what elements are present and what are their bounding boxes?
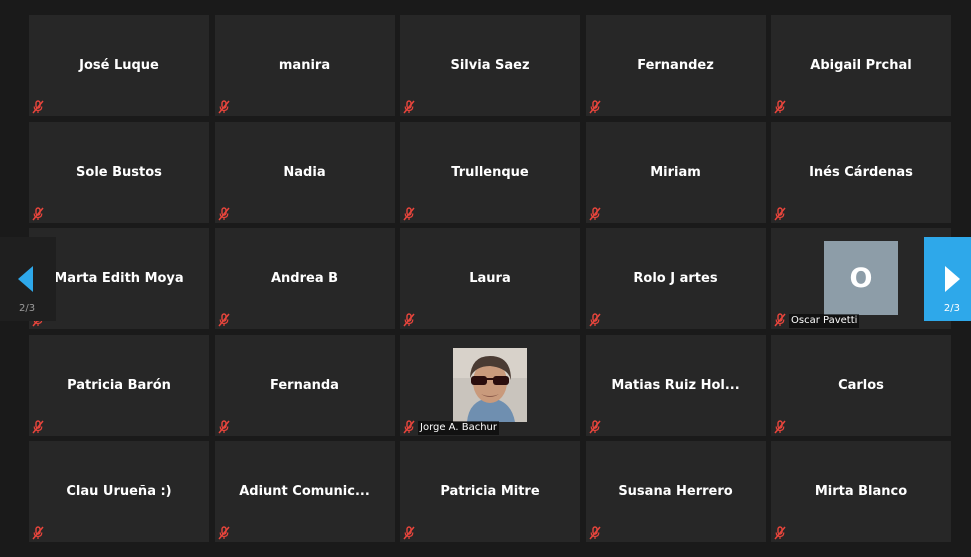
- gallery-view: José Luque manira Silvia Saez Fernandez Abig…: [0, 0, 971, 557]
- mic-muted-icon: [217, 313, 231, 327]
- mic-muted-icon: [402, 100, 416, 114]
- arrow-left-icon: [18, 266, 33, 292]
- participant-tile[interactable]: Laura: [400, 228, 580, 329]
- participant-name: José Luque: [79, 58, 159, 73]
- participant-name: Marta Edith Moya: [54, 271, 184, 286]
- mic-muted-icon: [31, 100, 45, 114]
- participant-name: Matias Ruiz Hol...: [611, 377, 740, 393]
- participant-photo: [453, 347, 527, 422]
- mic-muted-icon: [588, 526, 602, 540]
- participant-name: Patricia Mitre: [440, 484, 540, 499]
- mic-muted-icon: [773, 206, 787, 221]
- participant-name: Laura: [469, 271, 511, 286]
- participant-tile[interactable]: Matias Ruiz Hol...: [585, 334, 766, 436]
- participant-name: Miriam: [650, 164, 701, 180]
- participant-name: Mirta Blanco: [814, 484, 908, 499]
- mic-muted-icon: [588, 100, 602, 114]
- participant-tile[interactable]: Patricia Barón: [29, 334, 209, 436]
- participant-name: Carlos: [838, 377, 884, 393]
- participant-name-label: Jorge A. Bachur: [418, 420, 499, 435]
- participant-tile[interactable]: Fernandez: [585, 15, 766, 116]
- participant-tile[interactable]: Rolo J artes: [585, 228, 766, 329]
- participant-tile[interactable]: Fernanda: [214, 334, 395, 436]
- participant-name: Rolo J artes: [633, 271, 718, 286]
- participant-name: Fernanda: [270, 377, 339, 393]
- participant-tile[interactable]: manira: [214, 15, 395, 116]
- previous-page-button[interactable]: 2/3: [0, 237, 56, 321]
- participant-tile[interactable]: Nadia: [214, 121, 395, 223]
- participant-name: Trullenque: [451, 164, 529, 180]
- arrow-right-icon: [945, 266, 960, 292]
- mic-muted-icon: [588, 419, 602, 434]
- participant-tile[interactable]: Trullenque: [400, 121, 580, 223]
- mic-muted-icon: [217, 206, 231, 221]
- mic-muted-icon: [31, 419, 45, 434]
- participant-name: Abigail Prchal: [810, 58, 912, 73]
- participant-tile[interactable]: Clau Urueña :): [29, 441, 209, 542]
- participant-name: manira: [278, 58, 331, 73]
- participant-tile[interactable]: Carlos: [771, 334, 951, 436]
- mic-muted-icon: [773, 419, 787, 434]
- mic-muted-icon: [402, 526, 416, 540]
- participant-tile[interactable]: Jorge A. Bachur: [400, 334, 580, 436]
- participant-tile[interactable]: Andrea B: [214, 228, 395, 329]
- participant-name: Sole Bustos: [76, 164, 162, 180]
- next-page-button[interactable]: 2/3: [924, 237, 971, 321]
- participant-name: Adiunt Comunic...: [239, 484, 370, 499]
- participant-name: Silvia Saez: [450, 58, 530, 73]
- mic-muted-icon: [773, 313, 787, 327]
- participant-name: Fernandez: [637, 58, 714, 73]
- page-indicator: 2/3: [19, 303, 36, 314]
- mic-muted-icon: [217, 526, 231, 540]
- mic-muted-icon: [588, 313, 602, 327]
- mic-muted-icon: [402, 206, 416, 221]
- mic-muted-icon: [402, 419, 416, 434]
- participant-name: Susana Herrero: [618, 484, 733, 499]
- participant-tile[interactable]: Susana Herrero: [585, 441, 766, 542]
- mic-muted-icon: [31, 206, 45, 221]
- participant-tile[interactable]: Inés Cárdenas: [771, 121, 951, 223]
- mic-muted-icon: [773, 526, 787, 540]
- mic-muted-icon: [31, 526, 45, 540]
- participant-name: Clau Urueña :): [66, 484, 172, 499]
- participant-tile[interactable]: Patricia Mitre: [400, 441, 580, 542]
- mic-muted-icon: [773, 100, 787, 114]
- mic-muted-icon: [217, 100, 231, 114]
- participant-name: Nadia: [283, 164, 326, 180]
- participant-name: Inés Cárdenas: [809, 164, 913, 180]
- participant-grid: José Luque manira Silvia Saez Fernandez Abig…: [29, 15, 951, 542]
- participant-tile[interactable]: Silvia Saez: [400, 15, 580, 116]
- participant-tile[interactable]: Marta Edith Moya: [29, 228, 209, 329]
- participant-tile[interactable]: Adiunt Comunic...: [214, 441, 395, 542]
- participant-tile[interactable]: Mirta Blanco: [771, 441, 951, 542]
- page-indicator: 2/3: [943, 303, 960, 314]
- mic-muted-icon: [588, 206, 602, 221]
- participant-tile[interactable]: Abigail Prchal: [771, 15, 951, 116]
- participant-tile[interactable]: Miriam: [585, 121, 766, 223]
- mic-muted-icon: [217, 419, 231, 434]
- participant-tile[interactable]: José Luque: [29, 15, 209, 116]
- avatar: O: [824, 241, 898, 315]
- participant-name-label: Oscar Pavetti: [789, 314, 860, 328]
- mic-muted-icon: [402, 313, 416, 327]
- participant-tile[interactable]: Sole Bustos: [29, 121, 209, 223]
- participant-name: Patricia Barón: [67, 377, 171, 393]
- participant-name: Andrea B: [270, 271, 339, 286]
